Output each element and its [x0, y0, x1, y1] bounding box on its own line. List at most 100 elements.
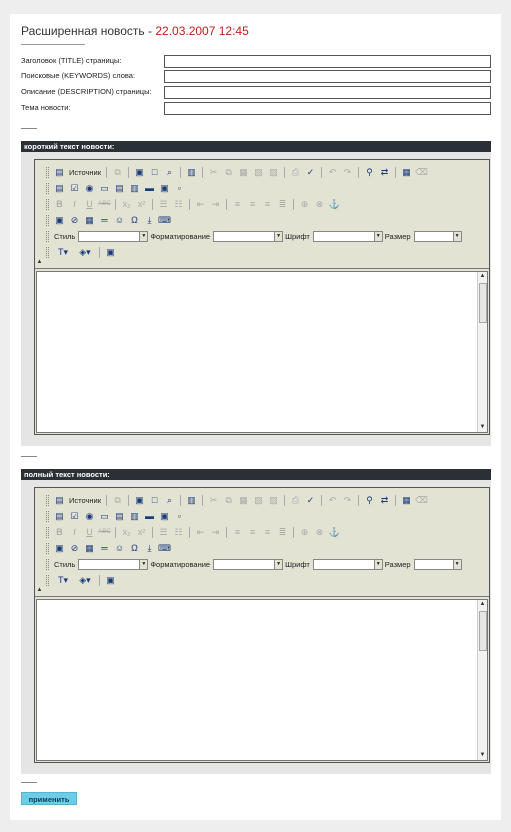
scroll-up-icon[interactable]: ▲	[478, 272, 487, 281]
source-doc-icon[interactable]: ▤	[52, 166, 67, 179]
apply-button[interactable]: применить	[21, 792, 77, 805]
image-icon[interactable]: ▣	[52, 542, 67, 555]
superscript-icon[interactable]: x²	[134, 526, 149, 539]
style-select[interactable]: ▼	[78, 559, 149, 570]
keywords-input[interactable]	[164, 70, 491, 83]
align-right-icon[interactable]: ≡	[260, 526, 275, 539]
unlink-icon[interactable]: ⊗	[312, 526, 327, 539]
cut-icon[interactable]: ✂	[206, 494, 221, 507]
align-center-icon[interactable]: ≡	[245, 198, 260, 211]
font-select[interactable]: ▼	[312, 559, 383, 570]
collapse-toolbar-icon[interactable]: ▲	[35, 258, 44, 267]
save-icon[interactable]: ▣	[132, 166, 147, 179]
unlink-icon[interactable]: ⊗	[312, 198, 327, 211]
universal-key-icon[interactable]: ⌨	[157, 214, 172, 227]
align-left-icon[interactable]: ≡	[230, 526, 245, 539]
templates-icon[interactable]: ▥	[184, 494, 199, 507]
cut-icon[interactable]: ✂	[206, 166, 221, 179]
format-select[interactable]: ▼	[213, 231, 284, 242]
anchor-icon[interactable]: ⚓	[327, 198, 342, 211]
preview-icon[interactable]: ⌕	[162, 494, 177, 507]
textarea-icon[interactable]: ▤	[112, 182, 127, 195]
find-icon[interactable]: ⚲	[362, 494, 377, 507]
about-icon[interactable]: ▣	[103, 574, 118, 587]
spellcheck-icon[interactable]: ✓	[303, 494, 318, 507]
paste-icon[interactable]: ▦	[236, 166, 251, 179]
description-input[interactable]	[164, 86, 491, 99]
chevron-down-icon[interactable]: ▼	[274, 232, 283, 241]
indent-icon[interactable]: ⇥	[208, 526, 223, 539]
style-select[interactable]: ▼	[78, 231, 149, 242]
print-icon[interactable]: ⎙	[288, 166, 303, 179]
superscript-icon[interactable]: x²	[134, 198, 149, 211]
chevron-down-icon[interactable]: ▼	[139, 560, 148, 569]
find-icon[interactable]: ⚲	[362, 166, 377, 179]
select-field-icon[interactable]: ▥	[127, 182, 142, 195]
scroll-down-icon[interactable]: ▼	[478, 423, 487, 432]
new-page-icon[interactable]: □	[147, 166, 162, 179]
new-page-icon[interactable]: □	[147, 494, 162, 507]
universal-key-icon[interactable]: ⌨	[157, 542, 172, 555]
image-icon[interactable]: ▣	[52, 214, 67, 227]
size-select[interactable]: ▼	[413, 559, 462, 570]
chevron-down-icon[interactable]: ▼	[139, 232, 148, 241]
chevron-down-icon[interactable]: ▼	[373, 560, 382, 569]
align-right-icon[interactable]: ≡	[260, 198, 275, 211]
source-doc-icon[interactable]: ▤	[52, 494, 67, 507]
flash-icon[interactable]: ⊘	[67, 214, 82, 227]
strikethrough-icon[interactable]: ABC	[97, 526, 112, 539]
subscript-icon[interactable]: x₂	[119, 198, 134, 211]
collapse-toolbar-icon[interactable]: ▲	[35, 586, 44, 595]
chevron-down-icon[interactable]: ▼	[274, 560, 283, 569]
editor-content-area[interactable]: ▲ ▼	[36, 271, 488, 433]
templates-icon[interactable]: ▥	[184, 166, 199, 179]
anchor-icon[interactable]: ⚓	[327, 526, 342, 539]
redo-icon[interactable]: ↷	[340, 494, 355, 507]
table-icon[interactable]: ▦	[82, 214, 97, 227]
smiley-icon[interactable]: ☺	[112, 542, 127, 555]
smiley-icon[interactable]: ☺	[112, 214, 127, 227]
scroll-up-icon[interactable]: ▲	[478, 600, 487, 609]
button-field-icon[interactable]: ▬	[142, 182, 157, 195]
link-icon[interactable]: ⊕	[297, 526, 312, 539]
background-color-icon[interactable]: ◈▾	[74, 246, 96, 259]
image-button-icon[interactable]: ▣	[157, 510, 172, 523]
editor-scrollbar[interactable]: ▲ ▼	[477, 600, 487, 760]
background-color-icon[interactable]: ◈▾	[74, 574, 96, 587]
special-char-icon[interactable]: Ω	[127, 214, 142, 227]
select-all-icon[interactable]: ▦	[399, 166, 414, 179]
numbered-list-icon[interactable]: ☰	[156, 198, 171, 211]
align-center-icon[interactable]: ≡	[245, 526, 260, 539]
form-icon[interactable]: ▤	[52, 182, 67, 195]
chevron-down-icon[interactable]: ▼	[452, 560, 461, 569]
about-icon[interactable]: ▣	[103, 246, 118, 259]
bulleted-list-icon[interactable]: ☷	[171, 198, 186, 211]
page-break-icon[interactable]: ⤓	[142, 542, 157, 555]
horizontal-rule-icon[interactable]: ═	[97, 214, 112, 227]
select-all-icon[interactable]: ▦	[399, 494, 414, 507]
align-left-icon[interactable]: ≡	[230, 198, 245, 211]
scroll-thumb[interactable]	[479, 611, 487, 651]
outdent-icon[interactable]: ⇤	[193, 198, 208, 211]
page-break-icon[interactable]: ⤓	[142, 214, 157, 227]
form-icon[interactable]: ▤	[52, 510, 67, 523]
flash-icon[interactable]: ⊘	[67, 542, 82, 555]
strikethrough-icon[interactable]: ABC	[97, 198, 112, 211]
horizontal-rule-icon[interactable]: ═	[97, 542, 112, 555]
size-select[interactable]: ▼	[413, 231, 462, 242]
text-field-icon[interactable]: ▭	[97, 182, 112, 195]
special-char-icon[interactable]: Ω	[127, 542, 142, 555]
text-field-icon[interactable]: ▭	[97, 510, 112, 523]
replace-icon[interactable]: ⇄	[377, 494, 392, 507]
bulleted-list-icon[interactable]: ☷	[171, 526, 186, 539]
underline-icon[interactable]: U	[82, 198, 97, 211]
remove-format-icon[interactable]: ⌫	[414, 494, 429, 507]
templates-dim-icon[interactable]: ⧉	[110, 494, 125, 507]
save-icon[interactable]: ▣	[132, 494, 147, 507]
paste-text-icon[interactable]: ▧	[251, 494, 266, 507]
templates-dim-icon[interactable]: ⧉	[110, 166, 125, 179]
checkbox-icon[interactable]: ☑	[67, 510, 82, 523]
justify-icon[interactable]: ≣	[275, 526, 290, 539]
justify-icon[interactable]: ≣	[275, 198, 290, 211]
italic-icon[interactable]: I	[67, 526, 82, 539]
